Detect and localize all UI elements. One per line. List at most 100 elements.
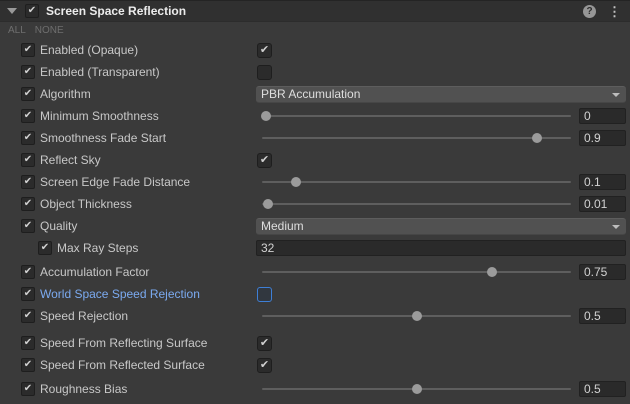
row-label: Speed From Reflected Surface — [40, 358, 205, 373]
override-checkbox[interactable]: ✔ — [21, 382, 35, 396]
value-slider[interactable] — [262, 261, 571, 283]
row-control: 0.9 — [256, 127, 626, 149]
value-number-field[interactable]: 0.5 — [579, 381, 626, 397]
row-label: Object Thickness — [40, 197, 132, 212]
row-speed-from-reflecting-surface: ✔ Speed From Reflecting Surface ✔ — [0, 332, 630, 354]
value-number-field[interactable]: 0 — [579, 108, 626, 124]
slider-handle[interactable] — [261, 111, 271, 121]
row-label: Smoothness Fade Start — [40, 131, 166, 146]
row-control: ✔ — [256, 354, 626, 376]
value-slider[interactable] — [262, 171, 571, 193]
value-checkbox[interactable]: ✔ — [257, 358, 272, 373]
slider-group: 0.01 — [256, 193, 626, 215]
value-dropdown[interactable]: Medium — [256, 218, 626, 235]
override-checkbox[interactable]: ✔ — [21, 336, 35, 350]
value-dropdown[interactable]: PBR Accumulation — [256, 86, 626, 103]
override-checkbox[interactable]: ✔ — [38, 241, 52, 255]
override-checkbox[interactable]: ✔ — [21, 197, 35, 211]
override-checkbox[interactable]: ✔ — [21, 65, 35, 79]
component-header[interactable]: ✔ Screen Space Reflection ? ⋮ — [0, 0, 630, 22]
value-number-field[interactable]: 0.9 — [579, 130, 626, 146]
value-slider[interactable] — [262, 127, 571, 149]
value-slider[interactable] — [262, 305, 571, 327]
row-enabled-transparent: ✔Enabled (Transparent) — [0, 61, 630, 83]
row-roughness-bias: ✔Roughness Bias0.5 — [0, 378, 630, 400]
kebab-menu-icon[interactable]: ⋮ — [608, 5, 621, 18]
value-number-field[interactable]: 0.75 — [579, 264, 626, 280]
slider-handle[interactable] — [263, 199, 273, 209]
override-checkbox[interactable]: ✔ — [21, 43, 35, 57]
row-label: Screen Edge Fade Distance — [40, 175, 190, 190]
value-text-field[interactable]: 32 — [256, 240, 626, 256]
row-smoothness-fade-start: ✔ Smoothness Fade Start 0.9 — [0, 127, 630, 149]
override-checkbox[interactable]: ✔ — [21, 265, 35, 279]
row-world-space-speed-rejection: ✔ World Space Speed Rejection — [0, 283, 630, 305]
help-icon[interactable]: ? — [583, 5, 596, 18]
row-label: Algorithm — [40, 87, 91, 102]
slider-handle[interactable] — [412, 311, 422, 321]
slider-group: 0.75 — [256, 261, 626, 283]
value-slider[interactable] — [262, 105, 571, 127]
value-slider[interactable] — [262, 193, 571, 215]
override-checkbox[interactable]: ✔ — [21, 287, 35, 301]
row-accumulation-factor: ✔Accumulation Factor0.75 — [0, 261, 630, 283]
row-control: ✔ — [256, 39, 626, 61]
value-number-field[interactable]: 0.01 — [579, 196, 626, 212]
slider-track — [262, 181, 571, 183]
override-checkbox[interactable]: ✔ — [21, 109, 35, 123]
value-checkbox[interactable]: ✔ — [257, 43, 272, 58]
override-none-button[interactable]: NONE — [35, 25, 64, 36]
slider-handle[interactable] — [412, 384, 422, 394]
row-label: World Space Speed Rejection — [40, 287, 200, 302]
override-checkbox[interactable]: ✔ — [21, 175, 35, 189]
slider-track — [262, 137, 571, 139]
override-checkbox[interactable]: ✔ — [21, 131, 35, 145]
slider-handle[interactable] — [487, 267, 497, 277]
override-checkbox[interactable]: ✔ — [21, 87, 35, 101]
row-control: Medium — [256, 215, 626, 237]
slider-track — [262, 203, 571, 205]
row-object-thickness: ✔ Object Thickness 0.01 — [0, 193, 630, 215]
chevron-down-icon — [612, 93, 620, 97]
value-checkbox[interactable] — [257, 287, 272, 302]
header-icons: ? ⋮ — [583, 5, 621, 18]
foldout-arrow-icon[interactable] — [7, 8, 17, 14]
override-checkbox[interactable]: ✔ — [21, 358, 35, 372]
override-checkbox[interactable]: ✔ — [21, 153, 35, 167]
component-enabled-checkbox[interactable]: ✔ — [25, 4, 39, 18]
override-toolbar: ALL NONE — [0, 22, 630, 37]
slider-group: 0.5 — [256, 305, 626, 327]
row-speed-rejection: ✔ Speed Rejection 0.5 — [0, 305, 630, 327]
slider-group: 0.1 — [256, 171, 626, 193]
row-label: Speed Rejection — [40, 309, 128, 324]
row-quality: ✔ Quality Medium — [0, 215, 630, 237]
value-checkbox[interactable]: ✔ — [257, 336, 272, 351]
row-control: 0.1 — [256, 171, 626, 193]
slider-group: 0.9 — [256, 127, 626, 149]
value-number-field[interactable]: 0.1 — [579, 174, 626, 190]
row-control: PBR Accumulation — [256, 83, 626, 105]
component-title: Screen Space Reflection — [46, 4, 583, 18]
row-label: Speed From Reflecting Surface — [40, 336, 207, 351]
row-speed-from-reflected-surface: ✔ Speed From Reflected Surface ✔ — [0, 354, 630, 376]
override-checkbox[interactable]: ✔ — [21, 219, 35, 233]
row-control: 0.5 — [256, 378, 626, 400]
row-label: Quality — [40, 219, 77, 234]
value-slider[interactable] — [262, 378, 571, 400]
row-control: ✔ — [256, 332, 626, 354]
row-control: 32 — [256, 237, 626, 259]
dropdown-selected-value: PBR Accumulation — [261, 87, 360, 101]
value-number-field[interactable]: 0.5 — [579, 308, 626, 324]
slider-group: 0 — [256, 105, 626, 127]
value-checkbox[interactable]: ✔ — [257, 153, 272, 168]
row-screen-edge-fade-distance: ✔ Screen Edge Fade Distance 0.1 — [0, 171, 630, 193]
row-control: 0.01 — [256, 193, 626, 215]
row-control — [256, 61, 626, 83]
value-checkbox[interactable] — [257, 65, 272, 80]
row-max-ray-steps: ✔Max Ray Steps32 — [0, 237, 630, 259]
slider-track — [262, 271, 571, 273]
override-all-button[interactable]: ALL — [8, 25, 26, 36]
slider-handle[interactable] — [532, 133, 542, 143]
override-checkbox[interactable]: ✔ — [21, 309, 35, 323]
slider-handle[interactable] — [291, 177, 301, 187]
